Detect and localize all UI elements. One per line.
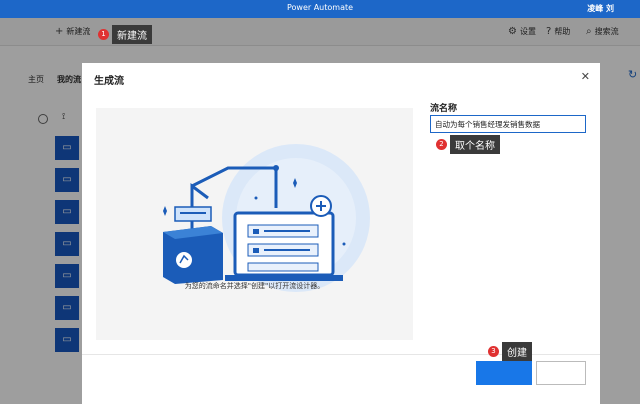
illustration-caption: 为您的流命名并选择"创建"以打开流设计器。 bbox=[184, 282, 325, 290]
flow-name-label: 流名称 bbox=[430, 104, 458, 114]
callout-3: 3 创建 bbox=[488, 342, 532, 361]
flow-name-input[interactable] bbox=[430, 115, 586, 133]
illustration-panel: 为您的流命名并选择"创建"以打开流设计器。 bbox=[96, 108, 413, 340]
user-name[interactable]: 凌峰 刘 bbox=[587, 3, 614, 14]
app-title: Power Automate bbox=[286, 3, 354, 12]
callout-number: 1 bbox=[98, 29, 109, 40]
dialog-title: 生成流 bbox=[94, 76, 124, 87]
callout-number: 2 bbox=[436, 139, 447, 150]
title-bar: Power Automate 凌峰 刘 bbox=[0, 0, 640, 18]
cancel-button[interactable] bbox=[536, 361, 586, 385]
close-icon[interactable]: ✕ bbox=[581, 70, 590, 83]
callout-text: 新建流 bbox=[112, 25, 152, 44]
flow-designer-illustration bbox=[163, 144, 370, 292]
callout-1: 1 新建流 bbox=[98, 25, 152, 44]
callout-number: 3 bbox=[488, 346, 499, 357]
create-button[interactable] bbox=[476, 361, 532, 385]
callout-2: 2 取个名称 bbox=[436, 135, 500, 154]
callout-text: 创建 bbox=[502, 342, 532, 361]
callout-text: 取个名称 bbox=[450, 135, 500, 154]
